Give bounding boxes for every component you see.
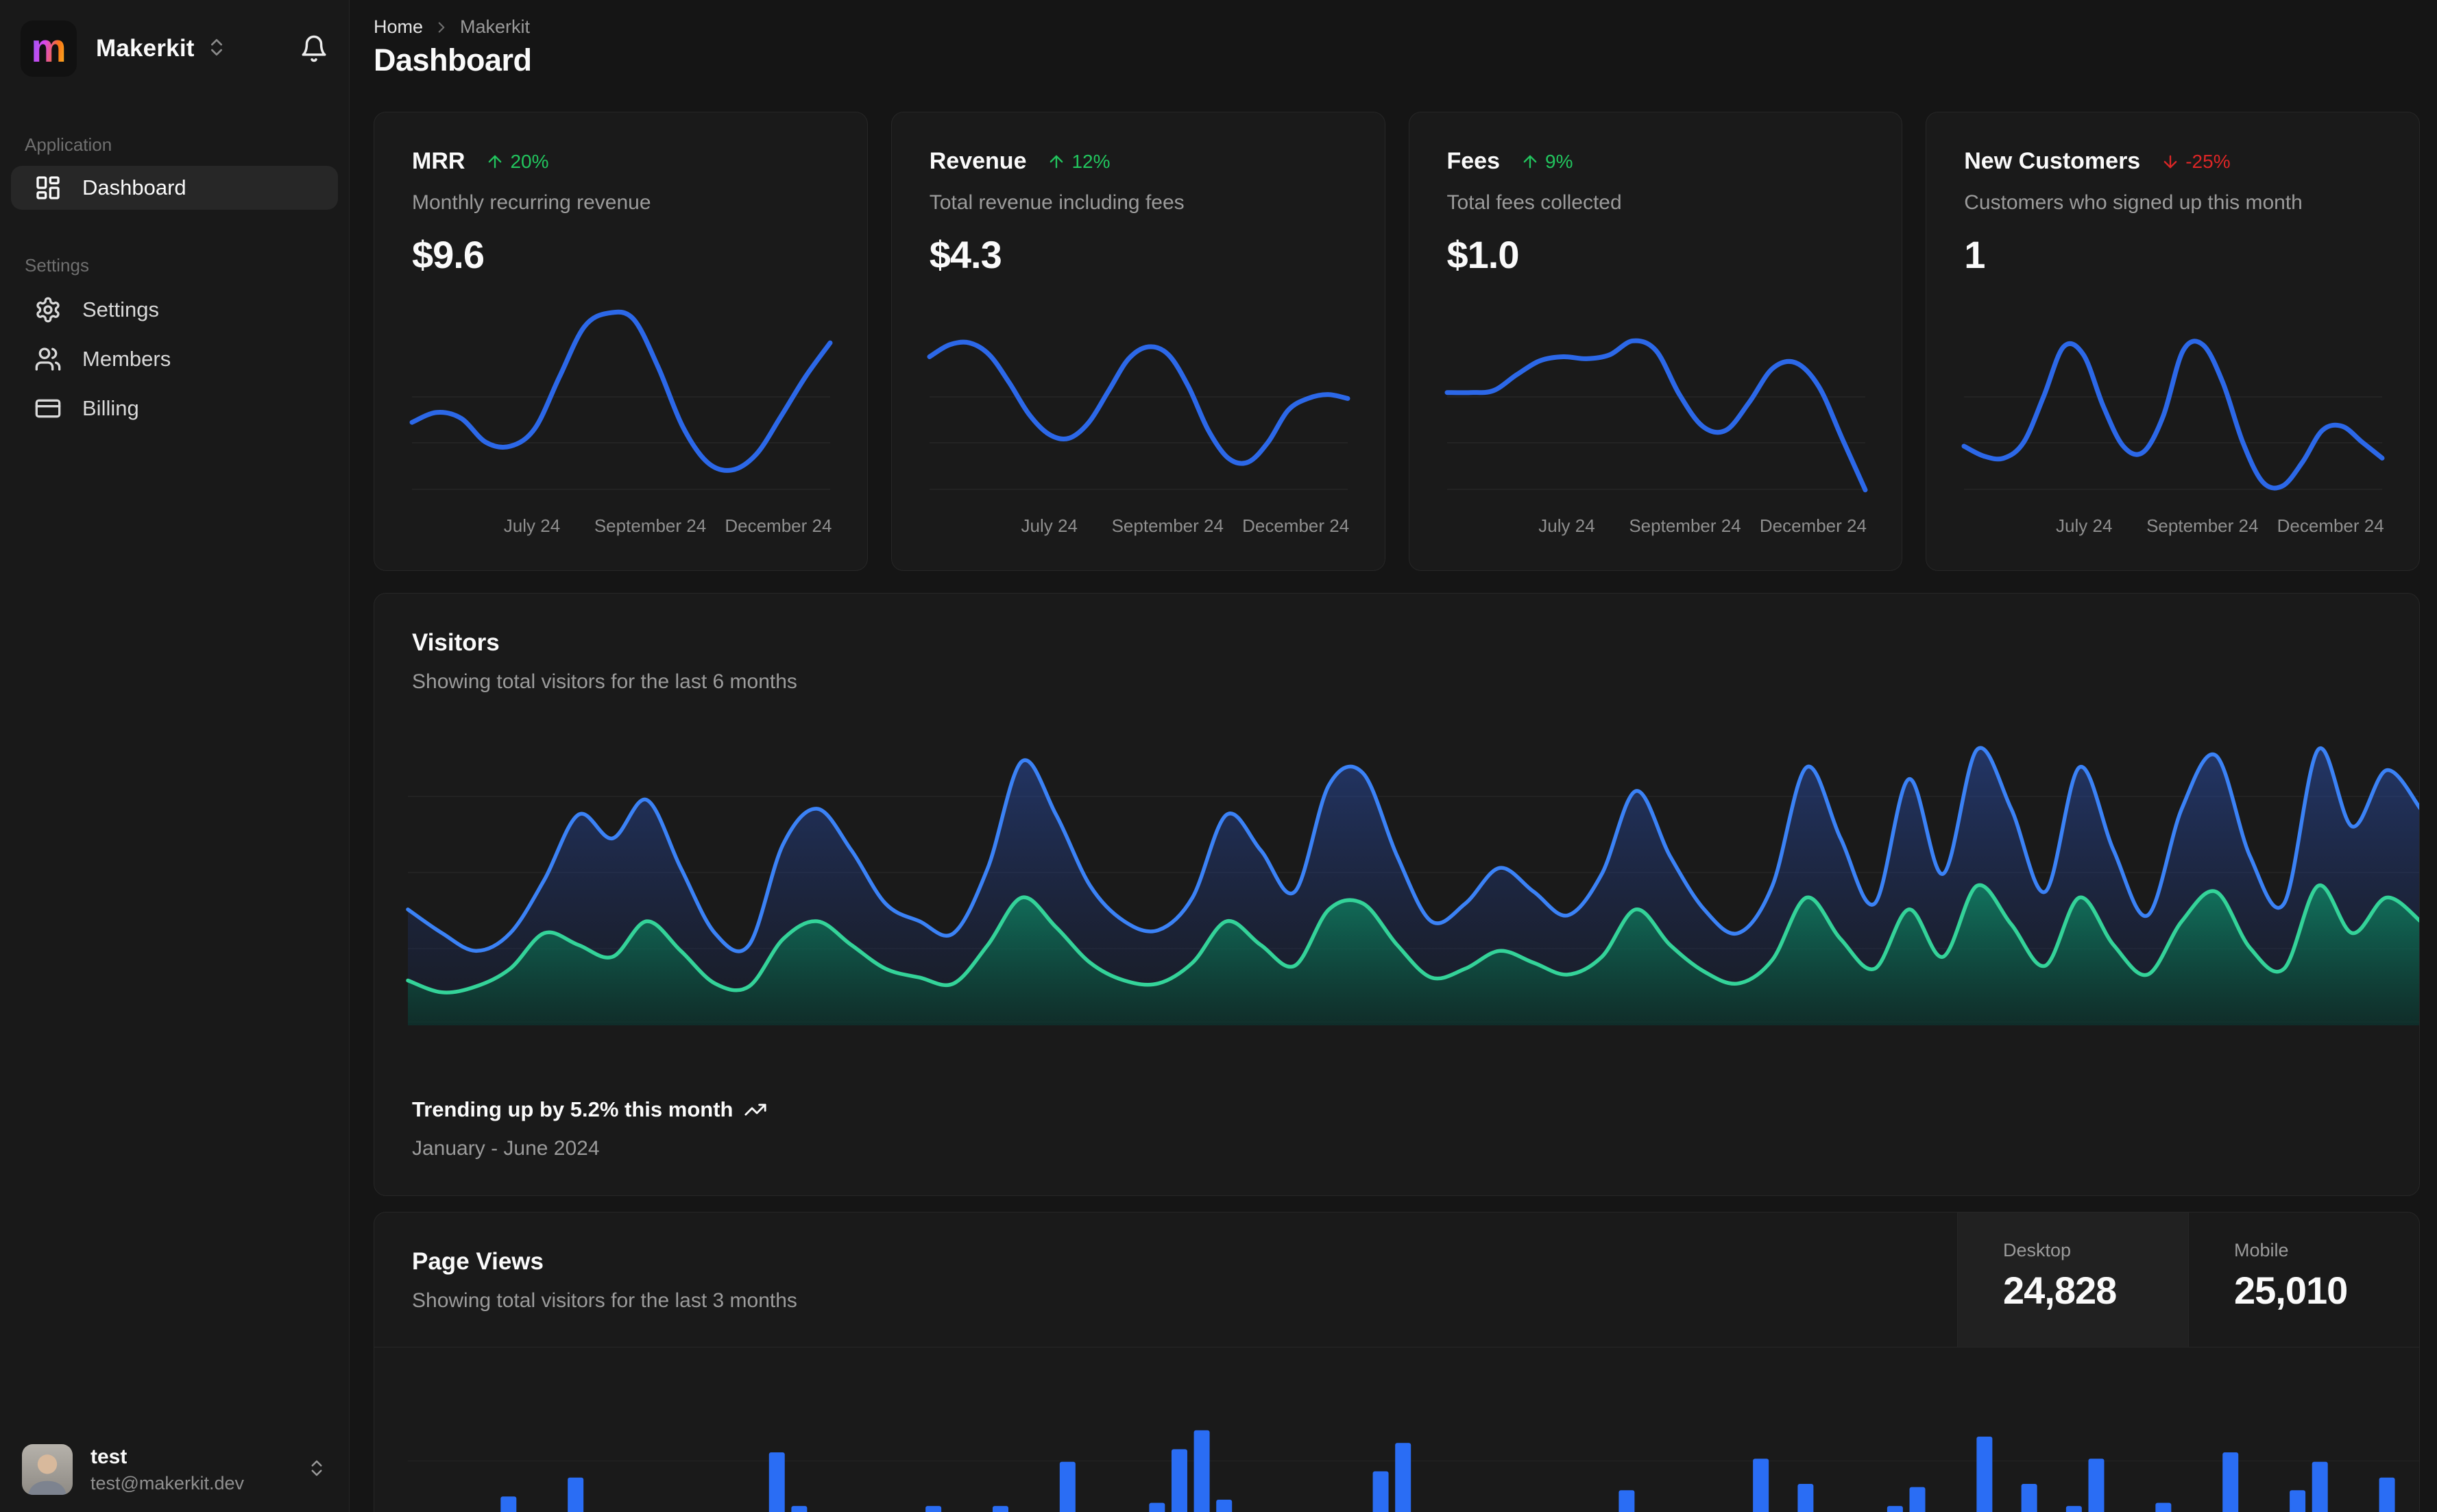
stat-value: $9.6 — [412, 233, 485, 276]
visitors-area-chart — [406, 746, 2419, 1025]
avatar — [22, 1444, 73, 1495]
x-tick: December 24 — [1242, 515, 1350, 536]
sidebar-item-label: Members — [82, 347, 171, 371]
sidebar-item-billing[interactable]: Billing — [11, 387, 338, 430]
sidebar-item-label: Billing — [82, 396, 139, 420]
nav-section-application: Application — [25, 134, 112, 155]
trend-badge: 20% — [485, 151, 548, 173]
sidebar-item-dashboard[interactable]: Dashboard — [11, 166, 338, 210]
revenue-sparkline-chart — [927, 339, 1350, 490]
visitors-card: Visitors Showing total visitors for the … — [374, 593, 2420, 1196]
users-icon — [34, 345, 62, 373]
stat-description: Customers who signed up this month — [1964, 191, 2303, 214]
mrr-sparkline-chart — [409, 309, 833, 490]
x-tick: July 24 — [1021, 515, 1078, 536]
trend-badge: -25% — [2161, 151, 2231, 173]
arrow-up-icon — [1050, 155, 1063, 168]
sidebar-item-label: Settings — [82, 297, 160, 321]
page-views-bar-chart — [500, 1430, 2395, 1512]
x-tick: July 24 — [2056, 515, 2113, 536]
stat-title: Fees — [1446, 148, 1501, 174]
page-views-tab-mobile[interactable]: Mobile 25,010 — [2188, 1212, 2419, 1347]
breadcrumb: Home Makerkit — [374, 16, 530, 38]
trend-badge: 12% — [1047, 151, 1111, 173]
stat-title: New Customers — [1964, 148, 2141, 174]
x-tick: September 24 — [2146, 515, 2259, 536]
sidebar-item-members[interactable]: Members — [11, 337, 338, 381]
visitors-footer-range: January - June 2024 — [412, 1137, 600, 1160]
x-tick: September 24 — [1629, 515, 1741, 536]
main-content: Home Makerkit Dashboard MRR 20% Monthly … — [350, 0, 2437, 1512]
workspace-selector[interactable]: m Makerkit — [21, 21, 328, 77]
page-views-card: Page Views Showing total visitors for th… — [374, 1212, 2420, 1512]
gear-icon — [34, 296, 62, 324]
user-menu[interactable]: test test@makerkit.dev — [12, 1438, 337, 1501]
stat-value: $4.3 — [929, 233, 1002, 276]
credit-card-icon — [34, 395, 62, 422]
chevrons-up-down-icon[interactable] — [306, 1458, 327, 1482]
page-views-tab-desktop[interactable]: Desktop 24,828 — [1957, 1212, 2188, 1347]
page-views-title: Page Views — [412, 1248, 544, 1275]
x-tick: July 24 — [503, 515, 561, 536]
stat-value: $1.0 — [1446, 233, 1520, 276]
stat-value: 1 — [1964, 233, 1985, 276]
notifications-bell-icon[interactable] — [300, 34, 328, 63]
chevrons-up-down-icon[interactable] — [206, 36, 228, 62]
breadcrumb-home[interactable]: Home — [374, 16, 423, 38]
x-tick: July 24 — [1538, 515, 1595, 536]
trend-badge: 9% — [1520, 151, 1573, 173]
sidebar-item-label: Dashboard — [82, 175, 186, 199]
stat-title: Revenue — [929, 148, 1027, 174]
trending-up-icon — [744, 1103, 767, 1116]
nav-section-settings: Settings — [25, 255, 89, 276]
workspace-name[interactable]: Makerkit — [96, 35, 195, 62]
breadcrumb-current: Makerkit — [460, 16, 531, 37]
arrow-down-icon — [2163, 155, 2177, 168]
arrow-up-icon — [1523, 155, 1537, 168]
x-tick: December 24 — [725, 515, 832, 536]
stat-card-mrr: MRR 20% Monthly recurring revenue $9.6 J… — [374, 112, 868, 571]
x-tick: September 24 — [1111, 515, 1224, 536]
layout-dashboard-icon — [34, 174, 62, 202]
user-name: test — [90, 1445, 128, 1468]
visitors-footer-trend: Trending up by 5.2% this month — [412, 1097, 767, 1122]
stat-card-new-customers: New Customers -25% Customers who signed … — [1926, 112, 2420, 571]
user-email: test@makerkit.dev — [90, 1472, 244, 1493]
stat-card-fees: Fees 9% Total fees collected $1.0 July 2… — [1408, 112, 1903, 571]
stat-description: Monthly recurring revenue — [412, 191, 651, 214]
chevron-right-icon — [433, 19, 450, 36]
fees-sparkline-chart — [1444, 338, 1867, 493]
visitors-subtitle: Showing total visitors for the last 6 mo… — [412, 670, 797, 693]
stat-description: Total revenue including fees — [929, 191, 1185, 214]
stat-cards-row: MRR 20% Monthly recurring revenue $9.6 J… — [374, 112, 2420, 571]
page-views-header: Page Views Showing total visitors for th… — [374, 1212, 2419, 1348]
sidebar-item-settings[interactable]: Settings — [11, 288, 338, 332]
stat-title: MRR — [412, 148, 465, 174]
x-tick: December 24 — [1759, 515, 1867, 536]
visitors-title: Visitors — [412, 629, 500, 656]
stat-description: Total fees collected — [1446, 191, 1622, 214]
page-title: Dashboard — [374, 42, 532, 77]
page-views-subtitle: Showing total visitors for the last 3 mo… — [412, 1289, 797, 1312]
sidebar: m Makerkit Application Dashboard Setting… — [0, 0, 350, 1512]
new-customers-sparkline-chart — [1961, 339, 2385, 491]
x-tick: December 24 — [2277, 515, 2384, 536]
x-tick: September 24 — [594, 515, 707, 536]
makerkit-logo: m — [21, 21, 77, 77]
arrow-up-icon — [489, 155, 502, 168]
stat-card-revenue: Revenue 12% Total revenue including fees… — [890, 112, 1385, 571]
